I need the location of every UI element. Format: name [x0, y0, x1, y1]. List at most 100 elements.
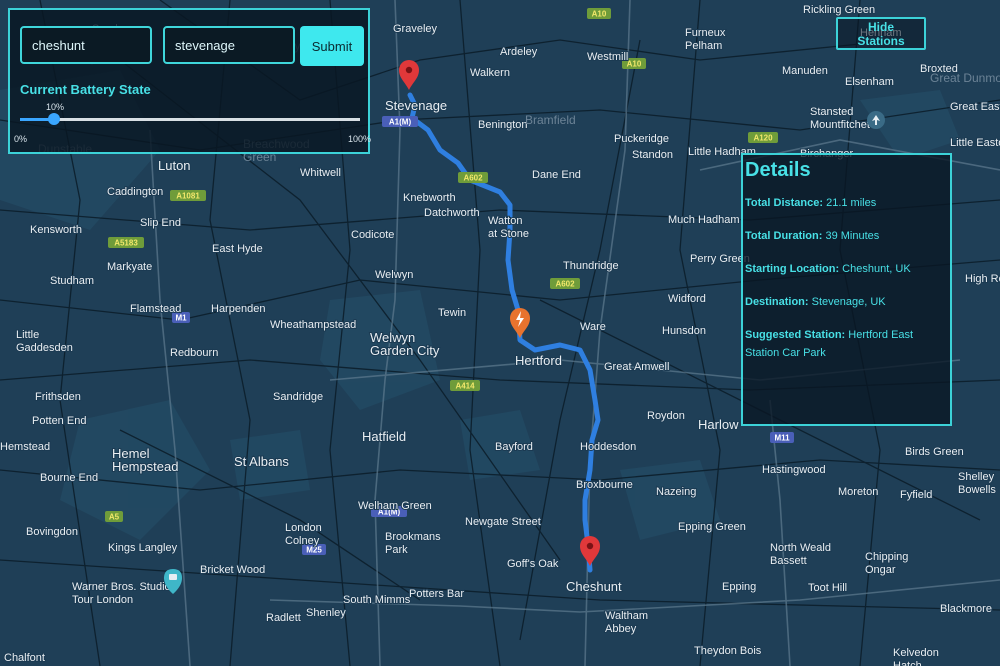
place-label: Newgate Street — [465, 516, 541, 528]
place-label: Westmill — [587, 51, 628, 63]
detail-row-destination: Destination: Stevenage, UK — [745, 293, 948, 311]
place-label: Nazeing — [656, 486, 696, 498]
place-label: Flamstead — [130, 303, 181, 315]
place-label: Tewin — [438, 307, 466, 319]
detail-label: Destination: — [745, 296, 809, 308]
detail-row-station: Suggested Station: Hertford East Station… — [745, 326, 948, 362]
submit-button[interactable]: Submit — [300, 26, 364, 66]
svg-text:A414: A414 — [455, 382, 475, 391]
place-label: Thundridge — [563, 260, 619, 272]
place-label: Datchworth — [424, 207, 480, 219]
place-label: Bricket Wood — [200, 564, 265, 576]
place-label: Much Hadham — [668, 214, 740, 226]
place-label: Graveley — [393, 23, 438, 35]
destination-input[interactable] — [163, 26, 295, 64]
road-shield: A5183 — [108, 237, 144, 248]
detail-label: Suggested Station: — [745, 329, 846, 341]
place-label: Kensworth — [30, 224, 82, 236]
place-label: Widford — [668, 293, 706, 305]
place-label: Welwyn — [375, 269, 413, 281]
details-panel: Details Total Distance: 21.1 miles Total… — [741, 153, 952, 426]
place-label: Theydon Bois — [694, 645, 762, 657]
place-label: Potters Bar — [409, 588, 464, 600]
place-label: Elsenham — [845, 76, 894, 88]
place-label: Studham — [50, 275, 94, 287]
svg-text:A1(M): A1(M) — [389, 118, 412, 127]
place-label: Bayford — [495, 441, 533, 453]
place-label: Puckeridge — [614, 133, 669, 145]
details-title: Details — [745, 159, 811, 181]
place-label: Hunsdon — [662, 325, 706, 337]
place-label: Caddington — [107, 186, 163, 198]
battery-slider[interactable] — [20, 113, 360, 125]
place-label: Goff's Oak — [507, 558, 559, 570]
place-label: Hemstead — [0, 441, 50, 453]
place-label: Little Easton — [950, 137, 1000, 149]
road-shield: M11 — [770, 432, 794, 443]
place-label: Hertford — [515, 353, 562, 368]
place-label: South Mimms — [343, 594, 411, 606]
detail-row-start: Starting Location: Cheshunt, UK — [745, 260, 948, 278]
detail-row-duration: Total Duration: 39 Minutes — [745, 227, 948, 245]
svg-text:A120: A120 — [753, 134, 773, 143]
svg-text:A5: A5 — [109, 513, 120, 522]
place-label: Codicote — [351, 229, 394, 241]
place-label: Rickling Green — [803, 4, 875, 16]
place-label: Hastingwood — [762, 464, 826, 476]
battery-state-title: Current Battery State — [20, 82, 151, 97]
detail-label: Total Duration: — [745, 230, 823, 242]
place-label: Luton — [158, 158, 191, 173]
place-label: Radlett — [266, 612, 301, 624]
place-label: Ardeley — [500, 46, 538, 58]
place-label: Great Dunmow — [930, 71, 1000, 85]
place-label: Great Easton — [950, 101, 1000, 113]
place-label: Fyfield — [900, 489, 932, 501]
hide-stations-button[interactable]: Hide Stations — [836, 17, 926, 50]
place-label: Bovingdon — [26, 526, 78, 538]
road-shield: A1081 — [170, 190, 206, 201]
start-location-input[interactable] — [20, 26, 152, 64]
road-shield: A120 — [748, 132, 778, 143]
airport-icon — [867, 111, 885, 129]
detail-label: Starting Location: — [745, 263, 840, 275]
place-label: Frithsden — [35, 391, 81, 403]
place-label: East Hyde — [212, 243, 263, 255]
detail-value: 39 Minutes — [825, 230, 880, 242]
svg-text:A10: A10 — [627, 60, 642, 69]
place-label: Great Amwell — [604, 361, 669, 373]
place-label: Markyate — [107, 261, 152, 273]
detail-value: 21.1 miles — [826, 197, 877, 209]
place-label: Whitwell — [300, 167, 341, 179]
place-label: Standon — [632, 149, 673, 161]
battery-slider-thumb[interactable] — [48, 113, 60, 125]
place-label: High Roding — [965, 273, 1000, 285]
place-label: Potten End — [32, 415, 86, 427]
road-shield: A602 — [458, 172, 488, 183]
svg-text:A5183: A5183 — [114, 239, 138, 248]
road-shield: A5 — [105, 511, 123, 522]
route-controls-panel: Submit Current Battery State 10% 0% 100% — [8, 8, 372, 154]
place-label: Stevenage — [385, 98, 447, 113]
detail-value: Cheshunt, UK — [842, 263, 911, 275]
place-label: Blackmore — [940, 603, 992, 615]
svg-text:A10: A10 — [592, 10, 607, 19]
road-shield: A602 — [550, 278, 580, 289]
detail-value: Stevenage, UK — [811, 296, 886, 308]
road-shield: A414 — [450, 380, 480, 391]
place-label: Harpenden — [211, 303, 265, 315]
place-label: Benington — [478, 119, 528, 131]
battery-min-label: 0% — [14, 134, 28, 144]
place-label: Harlow — [698, 417, 739, 432]
place-label: Shenley — [306, 607, 346, 619]
battery-max-label: 100% — [348, 134, 372, 144]
detail-row-distance: Total Distance: 21.1 miles — [745, 194, 948, 212]
place-label: Epping — [722, 581, 756, 593]
place-label: Epping Green — [678, 521, 746, 533]
svg-text:A1081: A1081 — [176, 192, 200, 201]
place-label: Moreton — [838, 486, 878, 498]
place-label: Dane End — [532, 169, 581, 181]
place-label: Knebworth — [403, 192, 456, 204]
place-label: Roydon — [647, 410, 685, 422]
place-label: Welham Green — [358, 500, 432, 512]
place-label: St Albans — [234, 454, 289, 469]
